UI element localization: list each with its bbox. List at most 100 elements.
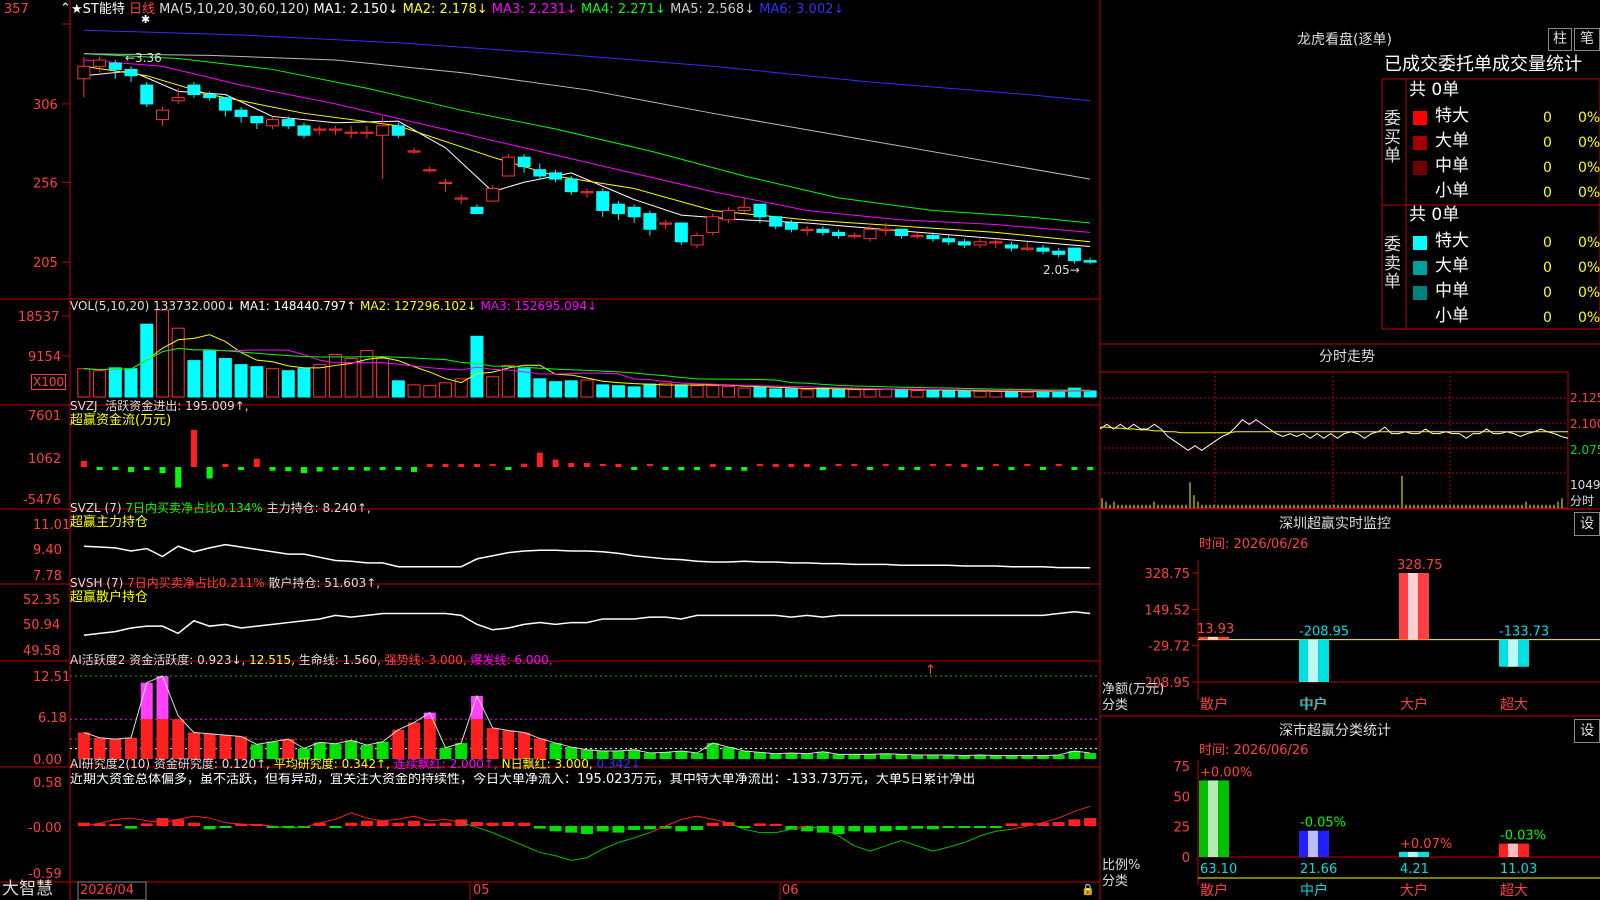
vol-bar[interactable] xyxy=(360,349,374,398)
ai1-bar[interactable] xyxy=(187,732,200,759)
candle[interactable] xyxy=(769,216,783,227)
vol-bar[interactable] xyxy=(77,368,91,398)
svzj-bar[interactable] xyxy=(489,464,496,466)
vol-bar[interactable] xyxy=(203,349,217,398)
ai1-bar[interactable] xyxy=(769,753,782,759)
vol-bar[interactable] xyxy=(706,385,720,398)
candle[interactable] xyxy=(894,228,908,237)
svzj-bar[interactable] xyxy=(206,467,213,479)
ai2-bar[interactable] xyxy=(502,822,515,826)
ai2-bar[interactable] xyxy=(518,822,531,826)
ai1-bar[interactable] xyxy=(486,727,499,759)
ai1-bar[interactable] xyxy=(753,752,766,759)
vol-bar[interactable] xyxy=(391,380,405,398)
candle[interactable] xyxy=(438,181,452,184)
svzj-bar[interactable] xyxy=(1024,464,1031,466)
candle[interactable] xyxy=(1005,244,1019,249)
vol-bar[interactable] xyxy=(832,388,846,398)
candle[interactable] xyxy=(470,206,484,215)
ai2-bar[interactable] xyxy=(486,822,499,826)
candle[interactable] xyxy=(942,238,956,243)
svzj-bar[interactable] xyxy=(772,464,779,467)
candle[interactable] xyxy=(501,156,515,177)
candle[interactable] xyxy=(93,59,107,67)
candle[interactable] xyxy=(140,84,154,105)
svzj-bar[interactable] xyxy=(678,467,685,471)
ai2-bar[interactable] xyxy=(926,826,939,830)
vol-bar[interactable] xyxy=(784,388,798,398)
candle[interactable] xyxy=(973,241,987,246)
svzj-bar[interactable] xyxy=(929,464,936,466)
candle[interactable] xyxy=(108,62,122,70)
vol-bar[interactable] xyxy=(313,364,327,398)
candle[interactable] xyxy=(218,97,232,111)
ai2-bar[interactable] xyxy=(1005,823,1018,826)
svzj-bar[interactable] xyxy=(112,467,119,470)
candle[interactable] xyxy=(580,191,594,194)
ai1-bar[interactable] xyxy=(470,719,483,759)
candle[interactable] xyxy=(832,231,846,237)
ai2-bar[interactable] xyxy=(140,823,153,826)
ai2-bar[interactable] xyxy=(753,823,766,826)
candle[interactable] xyxy=(690,235,704,246)
vol-bar[interactable] xyxy=(627,386,641,398)
svzj-bar[interactable] xyxy=(1071,467,1078,470)
vol-bar[interactable] xyxy=(580,379,594,398)
svzj-bar[interactable] xyxy=(379,467,386,470)
svzj-bar[interactable] xyxy=(300,467,307,474)
svzj-bar[interactable] xyxy=(222,464,229,467)
svzj-bar[interactable] xyxy=(835,464,842,466)
svzj-bar[interactable] xyxy=(694,467,701,470)
ai2-bar[interactable] xyxy=(408,820,421,826)
svzj-bar[interactable] xyxy=(552,459,559,467)
stock-title[interactable]: ★ST能特 xyxy=(71,2,125,17)
ai1-bar[interactable] xyxy=(533,738,546,759)
ai2-bar[interactable] xyxy=(848,826,861,832)
ai2-bar[interactable] xyxy=(187,822,200,826)
vol-bar[interactable] xyxy=(674,384,688,398)
svzj-bar[interactable] xyxy=(96,467,103,470)
lock-icon[interactable]: 🔒 xyxy=(1081,884,1095,895)
vol-bar[interactable] xyxy=(596,384,610,398)
ai1-bar[interactable] xyxy=(392,729,405,759)
ai1-bar[interactable] xyxy=(643,753,656,759)
candle[interactable] xyxy=(391,125,405,136)
candle[interactable] xyxy=(250,115,264,124)
chevron-up-icon[interactable]: ⌃ xyxy=(60,2,71,15)
svzj-bar[interactable] xyxy=(898,467,905,470)
monitor-settings-button[interactable]: 设 xyxy=(1574,512,1600,536)
candle[interactable] xyxy=(187,84,201,96)
candle[interactable] xyxy=(989,241,1003,244)
vol-unit[interactable]: X100 xyxy=(31,374,67,390)
candle[interactable] xyxy=(643,213,657,230)
svzj-bar[interactable] xyxy=(599,464,606,466)
ai2-bar[interactable] xyxy=(1052,822,1065,826)
ai1-bar[interactable] xyxy=(140,719,153,759)
vol-bar[interactable] xyxy=(250,366,264,398)
candle[interactable] xyxy=(517,156,531,168)
svzj-bar[interactable] xyxy=(725,467,732,470)
svzj-bar[interactable] xyxy=(867,467,874,470)
vol-bar[interactable] xyxy=(564,380,578,398)
candle[interactable] xyxy=(454,197,468,200)
candle[interactable] xyxy=(596,191,610,211)
ai1-bar[interactable] xyxy=(1084,753,1097,759)
ai1-bar[interactable] xyxy=(911,755,924,759)
ai1-bar[interactable] xyxy=(156,719,169,759)
ai1-bar[interactable] xyxy=(895,754,908,759)
candle[interactable] xyxy=(674,222,688,243)
ai2-bar[interactable] xyxy=(706,822,719,826)
candle[interactable] xyxy=(1020,247,1034,250)
ai2-bar[interactable] xyxy=(439,822,452,826)
ai1-bar[interactable] xyxy=(926,755,939,759)
ai2-bar[interactable] xyxy=(942,826,955,828)
vol-bar[interactable] xyxy=(218,358,232,398)
svzj-bar[interactable] xyxy=(285,467,292,472)
ai2-bar[interactable] xyxy=(643,826,656,830)
vol-bar[interactable] xyxy=(124,368,138,398)
svzj-bar[interactable] xyxy=(190,430,197,467)
ai2-bar[interactable] xyxy=(423,823,436,826)
candle[interactable] xyxy=(297,125,311,136)
vol-bar[interactable] xyxy=(1020,391,1034,398)
vol-bar[interactable] xyxy=(879,388,893,398)
